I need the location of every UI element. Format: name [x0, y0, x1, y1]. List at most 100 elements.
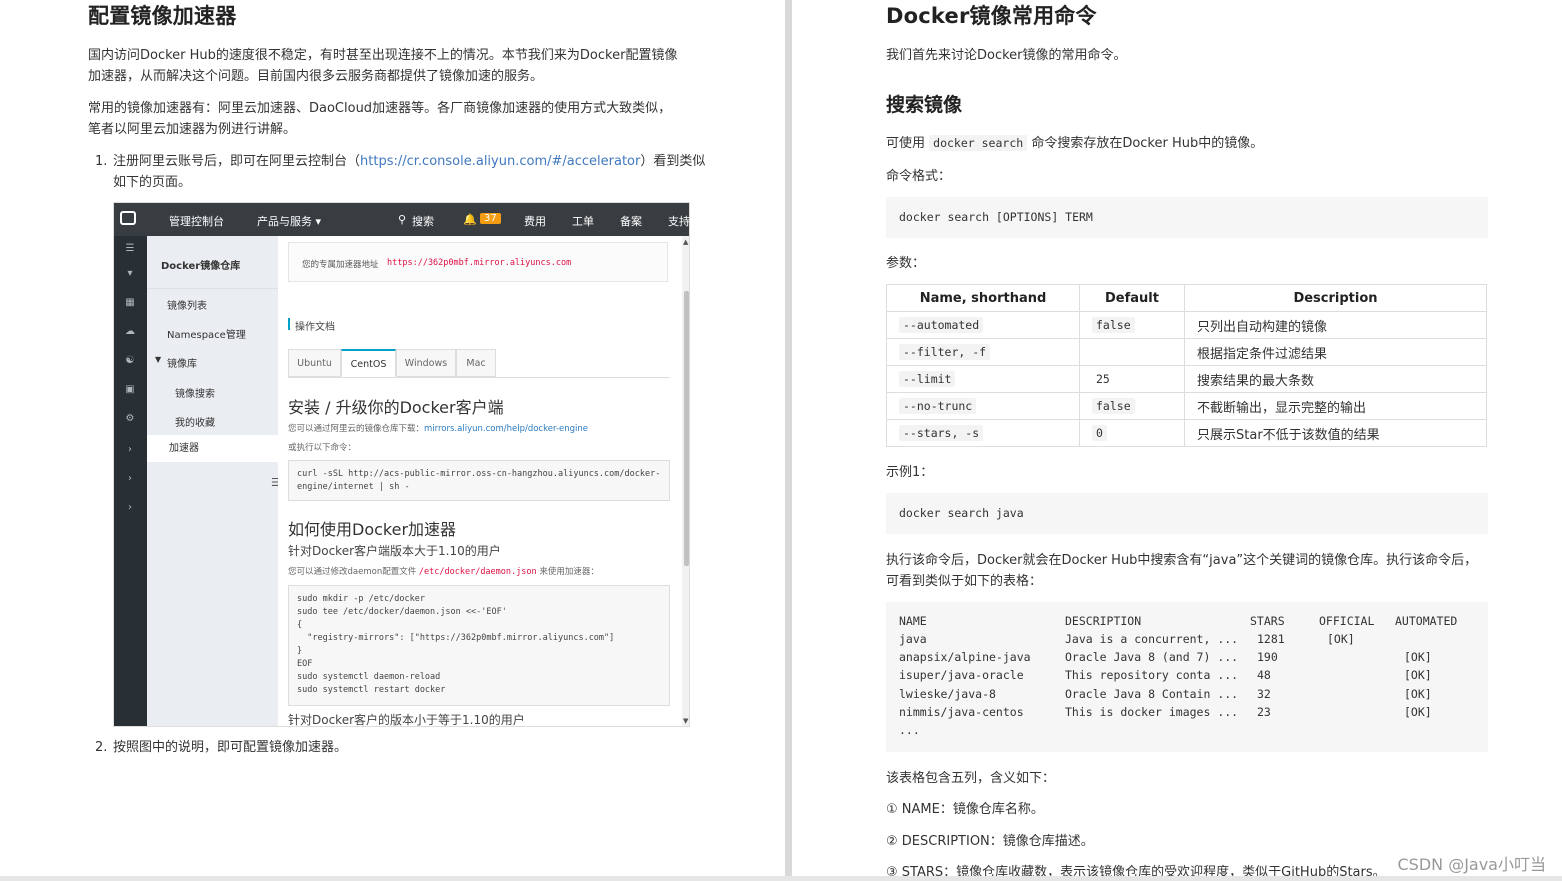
param-name-cell: --stars, -s — [886, 419, 1080, 447]
table-row: nimmis/java-centos This is docker images… — [886, 705, 1488, 723]
intro-text: 我们首先来讨论Docker镜像的常用命令。 — [886, 48, 1127, 63]
menu-item-image-list[interactable]: 镜像列表 — [167, 297, 207, 312]
after-line1: 执行该命令后，Docker就会在Docker Hub中搜索含有“java”这个关… — [886, 553, 1478, 568]
table-row: --no-trunc false 不截断输出，显示完整的输出 — [886, 392, 1487, 420]
search-desc-post: 命令搜索存放在Docker Hub中的镜像。 — [1031, 136, 1264, 151]
right-page: Docker镜像常用命令 我们首先来讨论Docker镜像的常用命令。 搜索镜像 … — [792, 0, 1562, 876]
param-default-cell: 0 — [1079, 419, 1185, 447]
menu-item-favorites[interactable]: 我的收藏 — [175, 414, 215, 429]
chevron-right-icon[interactable]: › — [124, 503, 136, 513]
collapse-icon[interactable]: ▾ — [124, 269, 136, 279]
step2-number: 2. — [95, 740, 108, 755]
aliyun-logo-icon — [120, 211, 136, 225]
step1-line2: 如下的页面。 — [113, 175, 192, 190]
params-header-default: Default — [1079, 284, 1185, 312]
step1-text: 注册阿里云账号后，即可在阿里云控制台（https://cr.console.al… — [113, 151, 705, 172]
menu-icon[interactable]: ☰ — [124, 244, 136, 254]
nav-console[interactable]: 管理控制台 — [169, 213, 224, 229]
accelerator-link[interactable]: https://cr.console.aliyun.com/#/accelera… — [360, 154, 640, 169]
col-desc-stars: ③ STARS：镜像仓库收藏数，表示该镜像仓库的受欢迎程度，类似于GitHub的… — [886, 865, 1386, 876]
nav-support[interactable]: 支持 — [668, 213, 689, 229]
example-code: docker search java — [886, 493, 1488, 534]
para2-line2: 笔者以阿里云加速器为例进行讲解。 — [88, 122, 297, 137]
scroll-down-icon[interactable]: ▼ — [683, 717, 688, 725]
tab-centos[interactable]: CentOS — [341, 349, 396, 377]
result-header-description: DESCRIPTION — [1065, 614, 1142, 628]
accelerator-address-box: 您的专属加速器地址 https://362p0mbf.mirror.aliyun… — [288, 242, 668, 282]
result-automated: [OK] — [1404, 687, 1432, 701]
col-desc-description: ② DESCRIPTION：镜像仓库描述。 — [886, 834, 1094, 849]
para1-line1: 国内访问Docker Hub的速度很不稳定，有时甚至出现连接不上的情况。本节我们… — [88, 48, 678, 63]
params-header-description: Description — [1184, 284, 1487, 312]
left-page: 配置镜像加速器 国内访问Docker Hub的速度很不稳定，有时甚至出现连接不上… — [0, 0, 785, 876]
tab-ubuntu[interactable]: Ubuntu — [288, 349, 341, 377]
result-header-stars: STARS — [1250, 614, 1285, 628]
bell-icon[interactable]: 🔔 — [463, 213, 477, 226]
menu-divider — [147, 288, 278, 289]
param-desc: 只列出自动构建的镜像 — [1184, 311, 1487, 339]
menu-item-repo[interactable]: 镜像库 — [167, 355, 197, 370]
result-ellipsis: ... — [899, 723, 920, 737]
tab-mac[interactable]: Mac — [456, 349, 496, 377]
param-name-cell: --limit — [886, 365, 1080, 393]
tab-windows[interactable]: Windows — [396, 349, 456, 377]
params-header-name: Name, shorthand — [886, 284, 1080, 312]
step1-number: 1. — [95, 154, 108, 169]
result-stars: 23 — [1257, 705, 1271, 719]
param-name-cell: --no-trunc — [886, 392, 1080, 420]
result-stars: 48 — [1257, 668, 1271, 682]
menu-item-accelerator[interactable]: 加速器 — [147, 435, 278, 462]
aliyun-console-screenshot: 管理控制台 产品与服务 ▾ ⚲ 搜索 🔔 37 费用 工单 备案 支持 ☰ ▾ … — [113, 202, 690, 727]
table-row: --limit 25 搜索结果的最大条数 — [886, 365, 1487, 393]
chevron-right-icon[interactable]: › — [124, 474, 136, 484]
step2-text: 按照图中的说明，即可配置镜像加速器。 — [113, 740, 348, 755]
install-note-pre: 您可以通过阿里云的镜像仓库下载： — [288, 424, 425, 434]
box-icon[interactable]: ▣ — [124, 385, 136, 395]
param-name-cell: --automated — [886, 311, 1080, 339]
addr-url[interactable]: https://362p0mbf.mirror.aliyuncs.com — [387, 258, 571, 268]
network-icon[interactable]: ☯ — [124, 356, 136, 366]
params-table: Name, shorthand Default Description --au… — [886, 284, 1487, 447]
nav-tickets[interactable]: 工单 — [572, 213, 594, 229]
install-note-link[interactable]: mirrors.aliyun.com/help/docker-engine — [424, 424, 588, 434]
cloud-icon[interactable]: ☁ — [124, 327, 136, 337]
section-title-right: Docker镜像常用命令 — [886, 4, 1097, 28]
section-title: 配置镜像加速器 — [88, 4, 237, 28]
para1-line2: 加速器，从而解决这个问题。目前国内很多云服务商都提供了镜像加速的服务。 — [88, 69, 544, 84]
step1-post: ）看到类似 — [640, 154, 706, 169]
console-scrollbar[interactable]: ▲ ▼ — [682, 236, 689, 726]
nav-products[interactable]: 产品与服务 ▾ — [257, 213, 321, 229]
example-label: 示例1： — [886, 465, 934, 480]
chevron-right-icon[interactable]: › — [124, 445, 136, 455]
result-automated: [OK] — [1404, 705, 1432, 719]
console-main: 您的专属加速器地址 https://362p0mbf.mirror.aliyun… — [278, 236, 682, 726]
gear-icon[interactable]: ⚙ — [124, 414, 136, 424]
nav-search[interactable]: 搜索 — [412, 213, 434, 229]
result-stars: 190 — [1257, 650, 1278, 664]
scroll-up-icon[interactable]: ▲ — [683, 238, 688, 246]
param-default-cell: false — [1079, 392, 1185, 420]
result-description: This repository conta ... — [1065, 668, 1239, 682]
para2-line1: 常用的镜像加速器有：阿里云加速器、DaoCloud加速器等。各厂商镜像加速器的使… — [88, 101, 672, 116]
nav-billing[interactable]: 费用 — [524, 213, 546, 229]
result-header-official: OFFICIAL — [1319, 614, 1375, 628]
menu-item-image-search[interactable]: 镜像搜索 — [175, 385, 215, 400]
table-row: isuper/java-oracle This repository conta… — [886, 668, 1488, 686]
caret-down-icon[interactable]: ▼ — [155, 355, 161, 364]
menu-item-namespace[interactable]: Namespace管理 — [167, 326, 246, 341]
param-default: 25 — [1096, 371, 1110, 386]
menu-title: Docker镜像仓库 — [161, 261, 241, 272]
subheading-gt-110: 针对Docker客户端版本大于1.10的用户 — [288, 544, 501, 558]
search-cmd-inline: docker search — [929, 135, 1028, 151]
list-icon[interactable]: ▦ — [124, 298, 136, 308]
search-icon[interactable]: ⚲ — [398, 213, 406, 226]
scrollbar-thumb[interactable] — [684, 291, 689, 566]
cols-intro: 该表格包含五列，含义如下： — [886, 771, 1056, 786]
addr-label: 您的专属加速器地址 — [302, 260, 379, 270]
param-desc: 只展示Star不低于该数值的结果 — [1184, 419, 1487, 447]
param-name: --automated — [899, 316, 984, 333]
nav-icp[interactable]: 备案 — [620, 213, 642, 229]
csdn-watermark: CSDN @Java小叮当 — [1397, 855, 1546, 874]
param-desc: 根据指定条件过滤结果 — [1184, 338, 1487, 366]
console-side-menu: Docker镜像仓库 镜像列表 Namespace管理 ▼ 镜像库 镜像搜索 我… — [147, 236, 281, 726]
